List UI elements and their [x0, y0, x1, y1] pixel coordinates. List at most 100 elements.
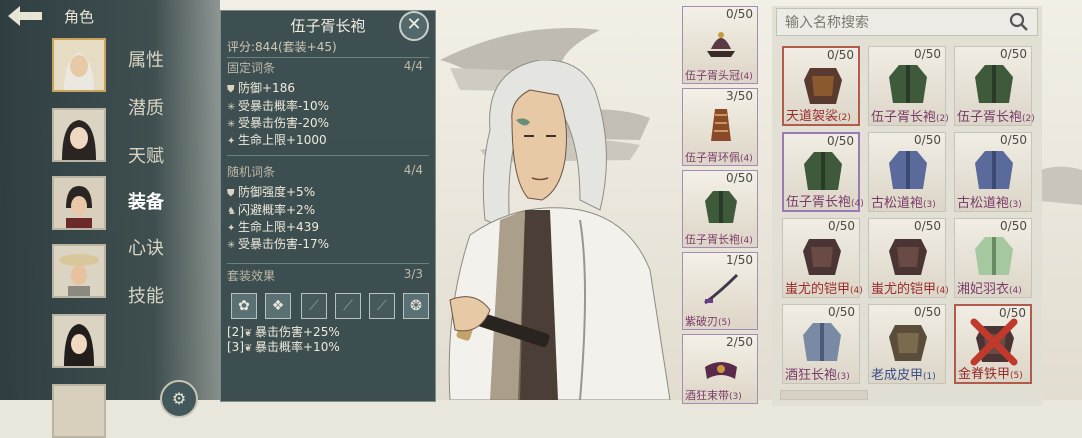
- robe-icon: [889, 65, 927, 103]
- slot-count: 0/50: [726, 171, 753, 185]
- avatar-portrait: [54, 246, 104, 296]
- item-name: 老成皮甲(1): [871, 368, 936, 383]
- inventory-item[interactable]: 0/50 蚩尤的铠甲(4): [782, 218, 863, 298]
- character-portrait: [448, 60, 671, 400]
- item-count: 0/50: [914, 47, 941, 61]
- equipped-slot-waist[interactable]: 2/50 酒狂束带(3): [682, 334, 758, 404]
- tab-talent[interactable]: 天赋: [128, 142, 164, 168]
- slot-count: 2/50: [726, 335, 753, 349]
- search-icon[interactable]: [1009, 12, 1029, 32]
- dodge-icon: ♞: [227, 206, 236, 217]
- set-effect-count: 3/3: [403, 267, 423, 281]
- burst-icon: ✳: [227, 240, 236, 251]
- item-name: 伍子胥长袍(2): [957, 110, 1035, 125]
- tab-equipment[interactable]: 装备: [128, 188, 164, 214]
- round-action-button[interactable]: ⚙: [160, 380, 198, 418]
- party-avatar-3[interactable]: [52, 176, 106, 230]
- inventory-item[interactable]: 0/50 老成皮甲(1): [868, 304, 946, 384]
- inventory-item[interactable]: 0/50 湘妃羽衣(4): [954, 218, 1032, 298]
- inventory-item[interactable]: 0/50 天道袈裟(2): [782, 46, 860, 126]
- inventory-item[interactable]: 0/50 伍子胥长袍(2): [868, 46, 949, 126]
- gear-icon: ⚙: [171, 389, 187, 408]
- tab-potential[interactable]: 潜质: [128, 94, 164, 120]
- close-icon: ✕: [406, 14, 422, 35]
- party-avatar-5[interactable]: [52, 314, 106, 368]
- random-stat: ⛊ 防御强度+5%: [227, 185, 316, 199]
- pendant-icon: [711, 109, 731, 141]
- robe-icon: [975, 237, 1013, 275]
- inventory-item[interactable]: 0/50 金脊铁甲(5): [954, 304, 1032, 384]
- robe-icon: [889, 151, 927, 189]
- slot-name: 酒狂束带(3): [685, 389, 742, 402]
- slot-count: 0/50: [726, 7, 753, 21]
- set-piece-ring-icon[interactable]: ❂: [403, 293, 429, 319]
- robe-icon: [804, 152, 842, 190]
- item-name: 蚩尤的铠甲(4): [871, 282, 949, 297]
- divider: [227, 57, 429, 58]
- inventory-item[interactable]: 0/50 伍子胥长袍(4): [782, 132, 864, 212]
- item-name: 天道袈裟(2): [786, 109, 851, 124]
- search-input[interactable]: [783, 12, 1007, 34]
- set-effect-header: 套装效果: [227, 269, 276, 283]
- party-avatar-6[interactable]: [52, 384, 106, 438]
- avatar-portrait: [54, 178, 104, 228]
- tab-attributes[interactable]: 属性: [128, 46, 164, 72]
- set-piece-sword-icon[interactable]: ⟋: [335, 293, 361, 319]
- inventory-item[interactable]: 0/50 伍子胥长袍(2): [954, 46, 1035, 126]
- party-avatar-1[interactable]: [52, 38, 106, 92]
- item-count: 0/50: [914, 305, 941, 319]
- inventory-item[interactable]: 0/50 古松道袍(3): [954, 132, 1032, 212]
- item-count: 0/50: [828, 219, 855, 233]
- party-avatar-2[interactable]: [52, 108, 106, 162]
- burst-icon: ✳: [227, 102, 236, 113]
- tab-skills[interactable]: 技能: [128, 282, 164, 308]
- item-name: 伍子胥长袍(4): [786, 195, 864, 210]
- set-piece-weapon-icon[interactable]: ⟋: [301, 293, 327, 319]
- random-stat: ♞ 闪避概率+2%: [227, 203, 316, 217]
- shield-icon: ⛊: [227, 188, 235, 199]
- set-piece-helmet-icon[interactable]: ✿: [231, 293, 257, 319]
- search-box[interactable]: [776, 8, 1038, 36]
- back-button[interactable]: [6, 4, 46, 30]
- item-name: 金脊铁甲(5): [958, 367, 1023, 382]
- item-count: 0/50: [1000, 47, 1027, 61]
- set-piece-armor-icon[interactable]: ❖: [265, 293, 291, 319]
- inventory-item[interactable]: 0/50 古松道袍(3): [868, 132, 946, 212]
- shield-icon: ⛊: [227, 84, 235, 95]
- fixed-stat: ✦ 生命上限+1000: [227, 133, 327, 147]
- party-avatar-4[interactable]: [52, 244, 106, 298]
- belt-icon: [705, 362, 737, 379]
- equipped-slot-accessory[interactable]: 3/50 伍子胥环佩(4): [682, 88, 758, 166]
- inventory-item[interactable]: 0/50 蚩尤的铠甲(4): [868, 218, 949, 298]
- divider: [227, 155, 429, 156]
- panel-title: 角色: [64, 8, 95, 26]
- slot-name: 伍子胥长袍(4): [685, 233, 753, 246]
- slot-count: 3/50: [726, 89, 753, 103]
- close-button[interactable]: ✕: [399, 11, 429, 41]
- item-count: 0/50: [827, 48, 854, 62]
- tab-mind-art[interactable]: 心诀: [128, 234, 164, 260]
- back-arrow-icon: [8, 6, 42, 26]
- armor-icon: [889, 239, 927, 275]
- item-count: 0/50: [827, 134, 854, 148]
- armor-icon: [889, 325, 927, 361]
- slot-name: 伍子胥头冠(4): [685, 69, 753, 82]
- character-nav-panel: 角色 属性 潜质 天赋 装备 心诀 技能 ⚙: [0, 0, 220, 438]
- item-name: 湘妃羽衣(4): [957, 282, 1022, 297]
- inventory-item[interactable]: 0/50 酒狂长袍(3): [782, 304, 860, 384]
- hat-icon: [707, 32, 735, 57]
- fixed-stat: ⛊ 防御+186: [227, 81, 295, 95]
- item-count: 0/50: [914, 219, 941, 233]
- item-count: 0/50: [1000, 133, 1027, 147]
- equipped-slot-body[interactable]: 0/50 伍子胥长袍(4): [682, 170, 758, 248]
- armor-icon: [803, 239, 841, 275]
- set-bonus-line: [3]❦ 暴击概率+10%: [227, 340, 340, 354]
- set-piece-blade-icon[interactable]: ⟋: [369, 293, 395, 319]
- item-name: 古松道袍(3): [957, 196, 1022, 211]
- feather-icon: ❦: [244, 343, 253, 354]
- robe-icon: [803, 323, 841, 361]
- fixed-affix-count: 4/4: [403, 59, 423, 73]
- equipped-slot-weapon[interactable]: 1/50 紫破刃(5): [682, 252, 758, 330]
- armor-icon: [804, 68, 842, 104]
- equipped-slot-head[interactable]: 0/50 伍子胥头冠(4): [682, 6, 758, 84]
